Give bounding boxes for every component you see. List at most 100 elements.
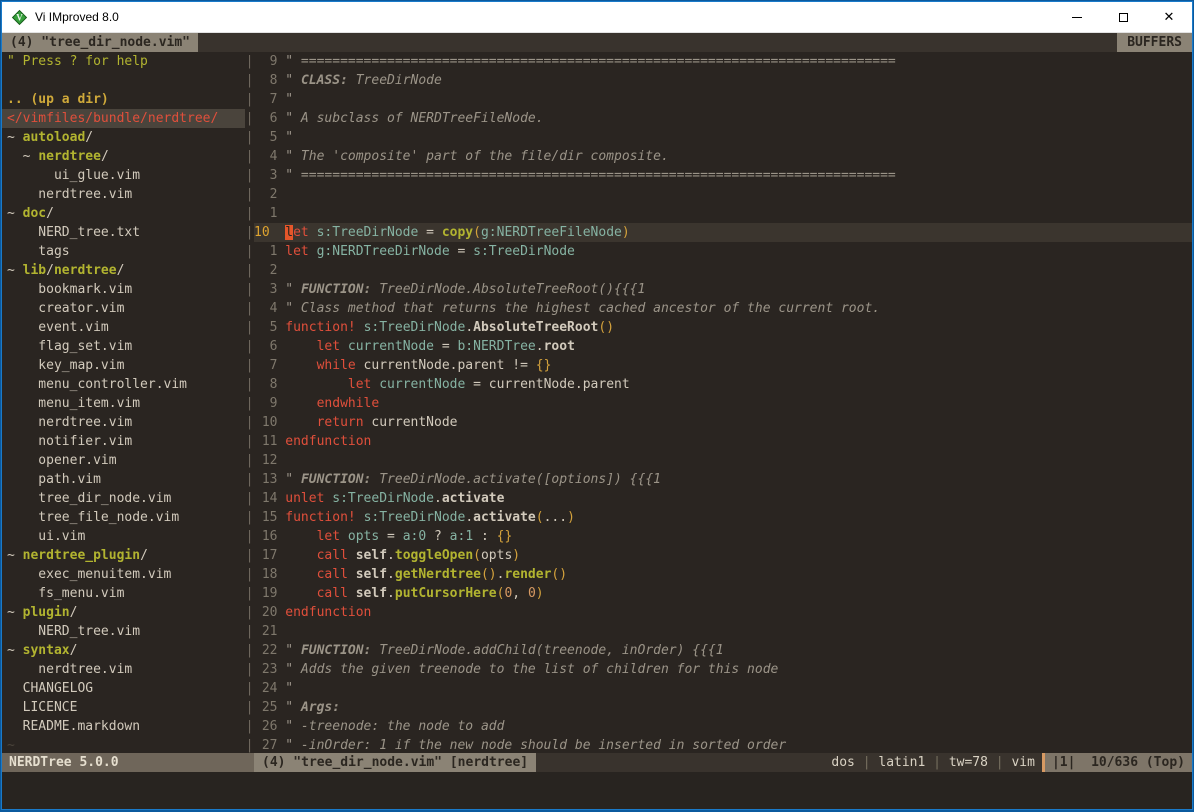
tree-file-key-map-vim[interactable]: key_map.vim [2,356,245,375]
code-line[interactable]: 10let s:TreeDirNode = copy(g:NERDTreeFil… [254,223,1192,242]
flag-separator: | [925,755,948,770]
code-line[interactable]: 2 [254,185,1192,204]
token [285,586,316,601]
token: plugin [23,605,70,620]
tree-file-path-vim[interactable]: path.vim [2,470,245,489]
code-line[interactable]: 13" FUNCTION: TreeDirNode.activate([opti… [254,470,1192,489]
code-line[interactable]: 5function! s:TreeDirNode.AbsoluteTreeRoo… [254,318,1192,337]
window-controls: ✕ [1054,2,1192,32]
close-button[interactable]: ✕ [1146,2,1192,32]
token: s:TreeDirNode [473,244,575,259]
minimize-button[interactable] [1054,2,1100,32]
tree-file-bookmark-vim[interactable]: bookmark.vim [2,280,245,299]
code-text: " ======================================… [285,52,1192,71]
tree-dir-plugin[interactable]: ~ plugin/ [2,603,245,622]
code-line[interactable]: 16 let opts = a:0 ? a:1 : {} [254,527,1192,546]
tree-dir-autoload[interactable]: ~ autoload/ [2,128,245,147]
tree-dir-nerdtree-plugin[interactable]: ~ nerdtree_plugin/ [2,546,245,565]
code-line[interactable]: 5" [254,128,1192,147]
code-line[interactable]: 18 call self.getNerdtree().render() [254,565,1192,584]
token: ~ [7,149,38,164]
code-line[interactable]: 26" -treenode: the node to add [254,717,1192,736]
tree-file-menu-controller-vim[interactable]: menu_controller.vim [2,375,245,394]
tree-file-tags[interactable]: tags [2,242,245,261]
token: ~ [7,206,23,221]
maximize-button[interactable] [1100,2,1146,32]
token: NERD_tree.txt [7,225,140,240]
code-line[interactable]: 6 let currentNode = b:NERDTree.root [254,337,1192,356]
tree-file-syntax-nerdtree-vim[interactable]: nerdtree.vim [2,660,245,679]
line-number: 6 [254,109,277,128]
code-line[interactable]: 19 call self.putCursorHere(0, 0) [254,584,1192,603]
code-line[interactable]: 8 let currentNode = currentNode.parent [254,375,1192,394]
command-line[interactable] [2,772,1192,809]
code-line[interactable]: 25" Args: [254,698,1192,717]
tree-root-path[interactable]: </vimfiles/bundle/nerdtree/ [2,109,245,128]
tree-file-readme-markdown[interactable]: README.markdown [2,717,245,736]
code-line[interactable]: 3" =====================================… [254,166,1192,185]
tree-up-dir[interactable]: .. (up a dir) [2,90,245,109]
tree-file-licence[interactable]: LICENCE [2,698,245,717]
code-line[interactable]: 6" A subclass of NERDTreeFileNode. [254,109,1192,128]
tree-file-exec-menuitem-vim[interactable]: exec_menuitem.vim [2,565,245,584]
code-line[interactable]: 7 while currentNode.parent != {} [254,356,1192,375]
tree-file-tree-file-node-vim[interactable]: tree_file_node.vim [2,508,245,527]
tree-file-nerd-tree-vim[interactable]: NERD_tree.vim [2,622,245,641]
code-text: let s:TreeDirNode = copy(g:NERDTreeFileN… [285,223,1192,242]
tree-dir-lib-nerdtree[interactable]: ~ lib/nerdtree/ [2,261,245,280]
token [348,548,356,563]
tree-file-tree-dir-node-vim[interactable]: tree_dir_node.vim [2,489,245,508]
code-line[interactable]: 4" The 'composite' part of the file/dir … [254,147,1192,166]
code-line[interactable]: 8" CLASS: TreeDirNode [254,71,1192,90]
tree-dir-autoload-nerdtree[interactable]: ~ nerdtree/ [2,147,245,166]
code-text: unlet s:TreeDirNode.activate [285,489,1192,508]
tree-file-flag-set-vim[interactable]: flag_set.vim [2,337,245,356]
token: NERD_tree.vim [7,624,140,639]
tree-dir-doc[interactable]: ~ doc/ [2,204,245,223]
tree-file-autoload-nerdtree-vim[interactable]: nerdtree.vim [2,185,245,204]
tree-dir-syntax[interactable]: ~ syntax/ [2,641,245,660]
tree-file-nerd-tree-txt[interactable]: NERD_tree.txt [2,223,245,242]
tree-file-menu-item-vim[interactable]: menu_item.vim [2,394,245,413]
tab-tree-dir-node-vim[interactable]: (4) "tree_dir_node.vim" [2,33,198,52]
code-line[interactable]: 12 [254,451,1192,470]
code-line[interactable]: 21 [254,622,1192,641]
editor-panel[interactable]: 9" =====================================… [254,52,1192,753]
tree-file-changelog[interactable]: CHANGELOG [2,679,245,698]
token: = [434,339,457,354]
code-line[interactable]: 23" Adds the given treenode to the list … [254,660,1192,679]
token: = currentNode.parent [465,377,629,392]
nerdtree-help-line: " Press ? for help [2,52,245,71]
code-line[interactable]: 7" [254,90,1192,109]
code-line[interactable]: 4" Class method that returns the highest… [254,299,1192,318]
window-separator[interactable]: | | | | | | | | | | | | | | | | | | | | … [245,52,254,753]
tree-file-creator-vim[interactable]: creator.vim [2,299,245,318]
tree-file-lib-nerdtree-vim[interactable]: nerdtree.vim [2,413,245,432]
code-line[interactable]: 1let g:NERDTreeDirNode = s:TreeDirNode [254,242,1192,261]
token [348,567,356,582]
code-line[interactable]: 22" FUNCTION: TreeDirNode.addChild(treen… [254,641,1192,660]
tree-blank-line [2,71,245,90]
vim-window: V Vi IMproved 8.0 ✕ (4) "tree_dir_node.v… [1,1,1193,810]
tree-file-ui-vim[interactable]: ui.vim [2,527,245,546]
token [285,415,316,430]
tree-file-opener-vim[interactable]: opener.vim [2,451,245,470]
tree-file-fs-menu-vim[interactable]: fs_menu.vim [2,584,245,603]
code-line[interactable]: 17 call self.toggleOpen(opts) [254,546,1192,565]
code-line[interactable]: 20endfunction [254,603,1192,622]
code-line[interactable]: 9 endwhile [254,394,1192,413]
code-line[interactable]: 10 return currentNode [254,413,1192,432]
nerdtree-panel[interactable]: " Press ? for help .. (up a dir)</vimfile… [2,52,245,753]
code-line[interactable]: 27" -inOrder: 1 if the new node should b… [254,736,1192,753]
code-line[interactable]: 3" FUNCTION: TreeDirNode.AbsoluteTreeRoo… [254,280,1192,299]
code-line[interactable]: 14unlet s:TreeDirNode.activate [254,489,1192,508]
code-line[interactable]: 11endfunction [254,432,1192,451]
code-line[interactable]: 15function! s:TreeDirNode.activate(...) [254,508,1192,527]
tree-file-event-vim[interactable]: event.vim [2,318,245,337]
tree-file-notifier-vim[interactable]: notifier.vim [2,432,245,451]
code-line[interactable]: 24" [254,679,1192,698]
code-line[interactable]: 1 [254,204,1192,223]
code-line[interactable]: 2 [254,261,1192,280]
tree-file-ui-glue-vim[interactable]: ui_glue.vim [2,166,245,185]
code-line[interactable]: 9" =====================================… [254,52,1192,71]
